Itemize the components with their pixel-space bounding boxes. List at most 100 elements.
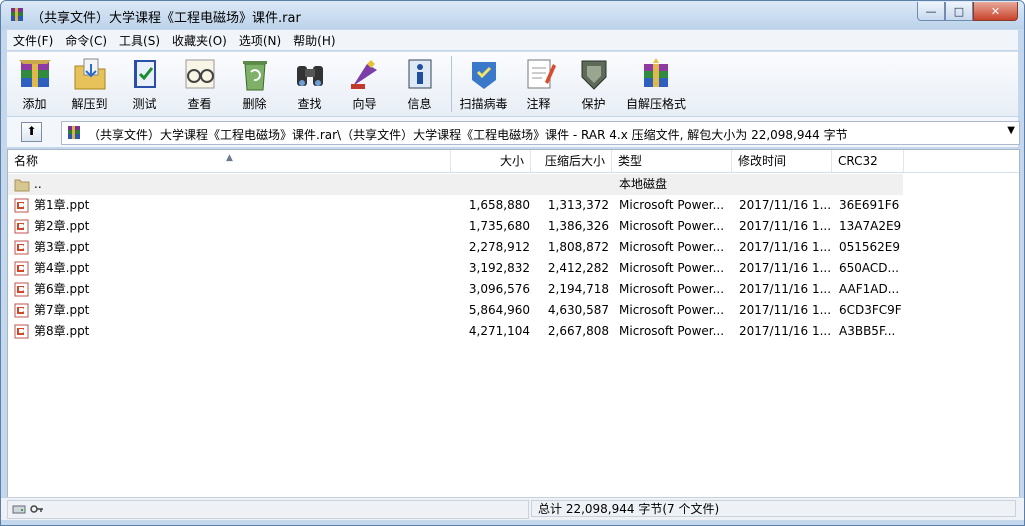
file-size: 1,735,680 [468, 219, 530, 233]
file-size: 2,278,912 [468, 240, 530, 254]
file-modified: 2017/11/16 1... [739, 261, 831, 275]
menu-commands[interactable]: 命令(C) [59, 32, 113, 49]
file-size: 3,096,576 [468, 282, 530, 296]
file-size: 5,864,960 [468, 303, 530, 317]
file-crc: AAF1AD... [839, 282, 900, 296]
drive-icon[interactable] [12, 503, 26, 515]
extract-to-label: 解压到 [71, 97, 108, 111]
column-name[interactable]: 名称 ▲ [8, 150, 451, 172]
wizard-button[interactable]: 向导 [337, 52, 392, 112]
file-rows: .. 本地磁盘 第1章.ppt 1,658,880 1,313,372 Micr… [8, 174, 1019, 342]
table-row[interactable]: 第7章.ppt 5,864,960 4,630,587 Microsoft Po… [8, 300, 1019, 321]
file-crc: 051562E9 [839, 240, 901, 254]
extract-folder-icon [74, 58, 105, 90]
menu-file[interactable]: 文件(F) [7, 32, 59, 49]
minimize-button[interactable]: — [917, 2, 945, 21]
table-row[interactable]: 第6章.ppt 3,096,576 2,194,718 Microsoft Po… [8, 279, 1019, 300]
column-type[interactable]: 类型 [612, 150, 732, 172]
archive-add-icon [18, 60, 51, 87]
delete-button[interactable]: 删除 [227, 52, 282, 112]
virus-scan-button[interactable]: 扫描病毒 [456, 52, 511, 112]
menu-help[interactable]: 帮助(H) [287, 32, 341, 49]
file-name: 第1章.ppt [34, 198, 90, 212]
test-button[interactable]: 测试 [117, 52, 172, 112]
delete-label: 删除 [242, 97, 267, 111]
file-modified: 2017/11/16 1... [739, 240, 831, 254]
sort-arrow-icon: ▲ [226, 153, 233, 163]
parent-folder-row[interactable]: .. 本地磁盘 [8, 174, 903, 195]
column-name-label: 名称 [14, 154, 39, 168]
file-size: 1,658,880 [468, 198, 530, 212]
menu-favorites[interactable]: 收藏夹(O) [166, 32, 233, 49]
table-row[interactable]: 第1章.ppt 1,658,880 1,313,372 Microsoft Po… [8, 195, 1019, 216]
key-icon[interactable] [30, 503, 44, 515]
path-combobox[interactable]: （共享文件）大学课程《工程电磁场》课件.rar\（共享文件）大学课程《工程电磁场… [61, 121, 1020, 145]
file-packed-size: 2,194,718 [547, 282, 609, 296]
parent-folder-name: .. [34, 177, 42, 191]
wizard-label: 向导 [352, 97, 377, 111]
maximize-button[interactable]: □ [945, 2, 973, 21]
find-button[interactable]: 查找 [282, 52, 337, 112]
status-left-pane [7, 500, 529, 519]
protect-label: 保护 [581, 97, 606, 111]
file-crc: A3BB5F... [839, 324, 896, 338]
view-button[interactable]: 查看 [172, 52, 227, 112]
window-title: （共享文件）大学课程《工程电磁场》课件.rar [31, 11, 301, 26]
file-list: 名称 ▲ 大小 压缩后大小 类型 修改时间 CRC32 .. 本地磁盘 第1章.… [7, 149, 1020, 498]
archive-path: （共享文件）大学课程《工程电磁场》课件.rar\（共享文件）大学课程《工程电磁场… [88, 128, 848, 142]
file-type: Microsoft Power... [619, 219, 725, 233]
file-crc: 650ACD... [839, 261, 899, 275]
table-row[interactable]: 第4章.ppt 3,192,832 2,412,282 Microsoft Po… [8, 258, 1019, 279]
file-modified: 2017/11/16 1... [739, 303, 831, 317]
file-crc: 6CD3FC9F [839, 303, 902, 317]
close-button[interactable]: ✕ [973, 2, 1018, 21]
column-packed[interactable]: 压缩后大小 [531, 150, 612, 172]
file-packed-size: 2,667,808 [547, 324, 609, 338]
file-size: 3,192,832 [468, 261, 530, 275]
test-label: 测试 [132, 97, 157, 111]
virus-scan-icon [471, 62, 496, 89]
up-arrow-icon: ⬆ [26, 124, 37, 138]
comment-icon [527, 59, 556, 89]
file-packed-size: 4,630,587 [547, 303, 609, 317]
minimize-icon: — [925, 4, 937, 18]
table-row[interactable]: 第8章.ppt 4,271,104 2,667,808 Microsoft Po… [8, 321, 1019, 342]
up-folder-button[interactable]: ⬆ [21, 122, 42, 142]
file-modified: 2017/11/16 1... [739, 219, 831, 233]
file-packed-size: 1,386,326 [547, 219, 609, 233]
wizard-icon [350, 60, 377, 89]
table-row[interactable]: 第2章.ppt 1,735,680 1,386,326 Microsoft Po… [8, 216, 1019, 237]
chevron-down-icon[interactable]: ▼ [1007, 125, 1015, 136]
protect-button[interactable]: 保护 [566, 52, 621, 112]
toolbar-separator [451, 56, 452, 112]
winrar-app-icon [11, 8, 23, 21]
virus-scan-label: 扫描病毒 [459, 97, 508, 111]
file-name: 第8章.ppt [34, 324, 90, 338]
status-summary: 总计 22,098,944 字节(7 个文件) [531, 500, 1016, 517]
column-modified[interactable]: 修改时间 [732, 150, 832, 172]
rar-archive-icon [68, 126, 80, 139]
column-size-label: 大小 [499, 154, 524, 168]
info-button[interactable]: 信息 [392, 52, 447, 112]
find-binoculars-icon [296, 66, 323, 86]
title-bar[interactable]: （共享文件）大学课程《工程电磁场》课件.rar — □ ✕ [1, 1, 1024, 29]
extract-to-button[interactable]: 解压到 [62, 52, 117, 112]
protect-shield-icon [581, 60, 606, 90]
sfx-button[interactable]: 自解压格式 [621, 52, 691, 112]
comment-button[interactable]: 注释 [511, 52, 566, 112]
table-row[interactable]: 第3章.ppt 2,278,912 1,808,872 Microsoft Po… [8, 237, 1019, 258]
file-name: 第7章.ppt [34, 303, 90, 317]
sfx-icon [644, 58, 668, 87]
address-bar: ⬆ （共享文件）大学课程《工程电磁场》课件.rar\（共享文件）大学课程《工程电… [7, 117, 1020, 147]
column-crc[interactable]: CRC32 [832, 150, 904, 172]
file-size: 4,271,104 [468, 324, 530, 338]
menu-options[interactable]: 选项(N) [233, 32, 287, 49]
file-name: 第6章.ppt [34, 282, 90, 296]
parent-folder-type: 本地磁盘 [619, 177, 668, 191]
column-size[interactable]: 大小 [451, 150, 531, 172]
menu-tools[interactable]: 工具(S) [113, 32, 166, 49]
file-type: Microsoft Power... [619, 198, 725, 212]
test-book-icon [133, 60, 156, 88]
add-button[interactable]: 添加 [7, 52, 62, 112]
status-bar: 总计 22,098,944 字节(7 个文件) [1, 497, 1024, 520]
